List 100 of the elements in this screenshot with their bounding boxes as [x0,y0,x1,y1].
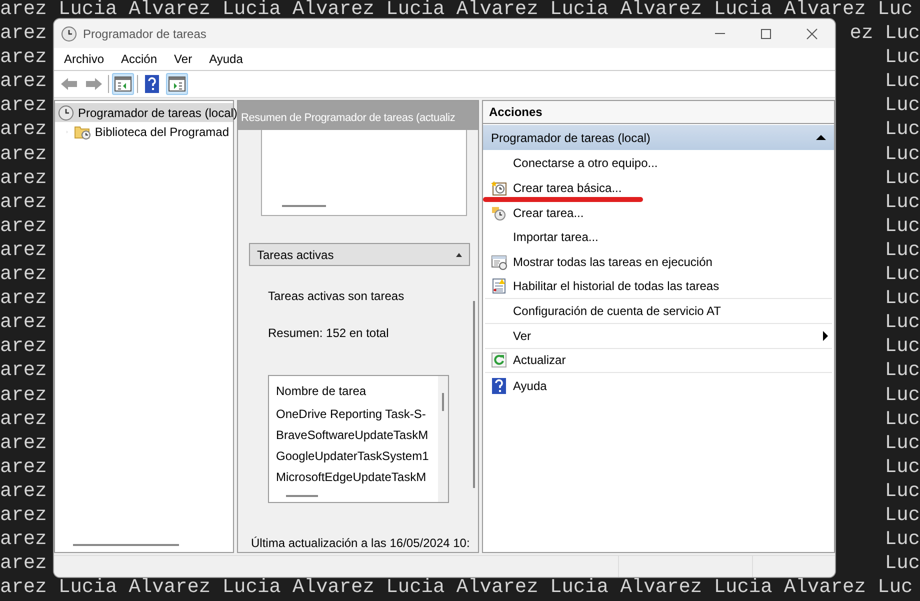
task-name[interactable]: BraveSoftwareUpdateTaskM [276,426,438,444]
background-text: arez [0,334,47,358]
background-text: Luc [884,527,920,552]
clock-icon [491,204,507,221]
scrollbar-thumb[interactable] [282,205,326,207]
background-text: Luc [884,334,920,358]
background-text: arez [0,310,47,334]
background-text: Luc [884,382,920,407]
background-text: Luc [884,262,920,286]
background-text: Luc [884,502,920,528]
tree-item[interactable]: Biblioteca del Programad [55,122,233,141]
action-link[interactable]: Ayuda [513,376,547,395]
section-title: Programador de tareas (local) [491,130,650,146]
background-text: arez Lucia Alvarez Lucia Alvarez Lucia Alvarez Lucia Alvarez Lucia Alvarez Luc [0,0,914,22]
tree-label: Biblioteca del Programad [94,124,229,140]
list-warning-icon [491,278,507,294]
background-text: arez [0,382,47,407]
description-text: Tareas activas son tareas [268,288,406,305]
background-text: arez [0,117,47,142]
action-link[interactable]: Crear tarea básica... [513,179,622,198]
pane-header: Acciones [483,101,834,124]
background-text: Luc [884,214,920,238]
action-link[interactable]: Importar tarea... [513,228,598,246]
background-text: arez [0,21,47,46]
background-text: Luc [884,478,920,503]
background-text: Luc [884,310,920,334]
background-text: arez [0,286,47,310]
window-clock-icon [491,254,507,270]
background-text: arez [0,478,47,503]
action-link[interactable]: Ver [513,326,532,345]
background-text: arez [0,214,47,238]
background-text: arez [0,190,47,214]
background-text: Luc [884,406,920,431]
background-text: Luc [884,551,920,576]
background-text: arez [0,358,47,382]
action-link[interactable]: Actualizar [513,351,566,370]
menu-item[interactable]: Ayuda [209,50,243,68]
action-link[interactable]: Crear tarea... [513,204,584,222]
background-text: arez [0,454,47,479]
action-link[interactable]: Conectarse a otro equipo... [513,154,658,172]
collapse-icon[interactable] [816,135,826,140]
background-text: Luc [884,93,920,118]
background-text: arez [0,262,47,286]
background-text: arez [0,142,47,166]
background-text: arez [0,527,47,552]
panel-right-icon [168,76,186,92]
background-text: ez Luc [850,21,920,46]
background-text: arez [0,238,47,262]
pane-header: Resumen de Programador de tareas (actualiz [241,112,456,124]
section-header[interactable]: Programador de tareas (local) [483,125,834,150]
scrollbar-thumb[interactable] [286,495,318,497]
action-link[interactable]: Configuración de cuenta de servicio AT [513,302,721,320]
panel-left-icon [114,76,132,92]
column-header[interactable]: Nombre de tarea [276,382,438,400]
clock-icon [61,26,77,42]
menu-item[interactable]: Acción [121,50,158,68]
submenu-arrow-icon[interactable] [823,330,828,341]
back-arrow-icon [60,77,78,91]
background-text: Luc [884,358,920,382]
scrollbar-thumb[interactable] [442,393,444,411]
total-text: Resumen: 152 en total [268,325,390,342]
last-update-text: Última actualización a las 16/05/2024 10: [251,535,470,552]
background-text: arez [0,430,47,455]
help-icon [492,378,506,394]
folder-clock-icon [74,124,91,140]
background-text: Luc [884,430,920,455]
menu-item[interactable]: Archivo [64,50,104,68]
background-text: Luc [884,45,920,70]
background-text: arez [0,166,47,190]
background-text: Luc [884,166,920,190]
window-title: Programador de tareas [83,26,206,42]
action-link[interactable]: Habilitar el historial de todas las tareas [513,277,720,296]
background-text: arez Lucia Alvarez Lucia Alvarez Lucia Alvarez Lucia Alvarez Lucia Alvarez Luc [0,575,914,600]
forward-arrow-icon [85,77,103,91]
clock-icon [58,104,74,120]
toolbar-button[interactable] [112,73,134,95]
task-name[interactable]: MicrosoftEdgeUpdateTaskM [276,468,438,486]
task-name[interactable]: OneDrive Reporting Task-S- [276,405,438,423]
toolbar-button[interactable] [166,73,188,95]
section-header[interactable]: Tareas activas [249,243,470,266]
section-title: Tareas activas [257,246,334,264]
help-icon [145,75,159,93]
scrollbar-thumb[interactable] [73,544,179,546]
background-text: Luc [884,454,920,479]
background-text: Luc [884,69,920,94]
scrollbar-thumb[interactable] [472,301,475,488]
background-text: arez [0,93,47,118]
collapse-icon[interactable] [456,252,462,256]
background-text: Luc [884,238,920,262]
task-name[interactable]: GoogleUpdaterTaskSystem1 [276,447,438,465]
background-text: Luc [884,286,920,310]
background-text: arez [0,69,47,94]
action-link[interactable]: Mostrar todas las tareas en ejecución [513,253,712,272]
background-text: arez [0,551,47,576]
background-text: Luc [884,117,920,142]
menu-item[interactable]: Ver [174,50,192,68]
background-text: arez [0,406,47,431]
background-text: arez [0,45,47,70]
background-text: arez [0,502,47,528]
refresh-icon [491,352,507,368]
